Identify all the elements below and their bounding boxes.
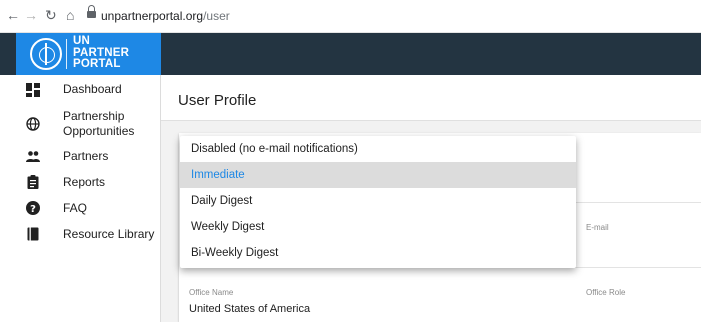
- logo-text: UN PARTNER PORTAL: [73, 35, 129, 71]
- sidebar-item-resource-library[interactable]: Resource Library: [0, 225, 160, 245]
- sidebar-item-label: Dashboard: [63, 82, 122, 96]
- logo-line-1: UN: [73, 35, 91, 47]
- url-path: /user: [203, 9, 230, 23]
- sidebar-item-label: Partnership Opportunities: [63, 109, 135, 138]
- lock-icon[interactable]: [87, 5, 96, 19]
- sidebar-item-partners[interactable]: Partners: [0, 147, 160, 167]
- globe-icon: [26, 117, 40, 131]
- svg-text:?: ?: [30, 204, 36, 215]
- sidebar-item-dashboard[interactable]: Dashboard: [0, 81, 160, 101]
- sidebar-item-label: Resource Library: [63, 227, 155, 241]
- logo-line-3: PORTAL: [73, 58, 121, 70]
- sidebar-item-label: Partners: [63, 149, 109, 163]
- help-icon: ?: [26, 201, 40, 215]
- clipboard-icon: [27, 175, 39, 189]
- forward-arrow-icon[interactable]: →: [24, 7, 38, 23]
- notification-frequency-menu[interactable]: Disabled (no e-mail notifications) Immed…: [180, 136, 576, 268]
- sidebar-item-label: Reports: [63, 175, 106, 189]
- un-emblem-icon: [30, 38, 62, 70]
- option-daily-digest[interactable]: Daily Digest: [180, 188, 576, 214]
- back-arrow-icon[interactable]: ←: [6, 7, 20, 23]
- sidebar-item-label: FAQ: [63, 201, 88, 215]
- option-disabled[interactable]: Disabled (no e-mail notifications): [180, 136, 576, 162]
- un-partner-portal-logo[interactable]: UN PARTNER PORTAL: [16, 33, 161, 75]
- office-name-value: United States of America: [189, 303, 311, 315]
- browser-toolbar: ← → ↻ ⌂ unpartnerportal.org/user: [0, 0, 701, 33]
- sidebar: Dashboard Partnership Opportunities Part…: [0, 75, 161, 322]
- profile-header: User Profile: [161, 75, 701, 121]
- sidebar-item-partnership-opportunities[interactable]: Partnership Opportunities: [0, 107, 160, 141]
- office-role-label: Office Role: [586, 288, 626, 297]
- email-label: E-mail: [586, 223, 609, 232]
- office-name-label: Office Name: [189, 288, 234, 297]
- page-title: User Profile: [178, 92, 257, 109]
- option-bi-weekly-digest[interactable]: Bi-Weekly Digest: [180, 240, 576, 266]
- address-bar[interactable]: unpartnerportal.org/user: [101, 8, 230, 24]
- logo-divider: [66, 39, 67, 69]
- option-weekly-digest[interactable]: Weekly Digest: [180, 214, 576, 240]
- sidebar-item-faq[interactable]: ? FAQ: [0, 199, 160, 219]
- url-host: unpartnerportal.org: [101, 9, 204, 23]
- dashboard-icon: [26, 83, 40, 97]
- sidebar-item-reports[interactable]: Reports: [0, 173, 160, 193]
- book-icon: [27, 227, 39, 241]
- reload-icon[interactable]: ↻: [45, 7, 57, 23]
- home-icon[interactable]: ⌂: [66, 7, 74, 23]
- people-icon: [26, 151, 40, 162]
- option-immediate[interactable]: Immediate: [180, 162, 576, 188]
